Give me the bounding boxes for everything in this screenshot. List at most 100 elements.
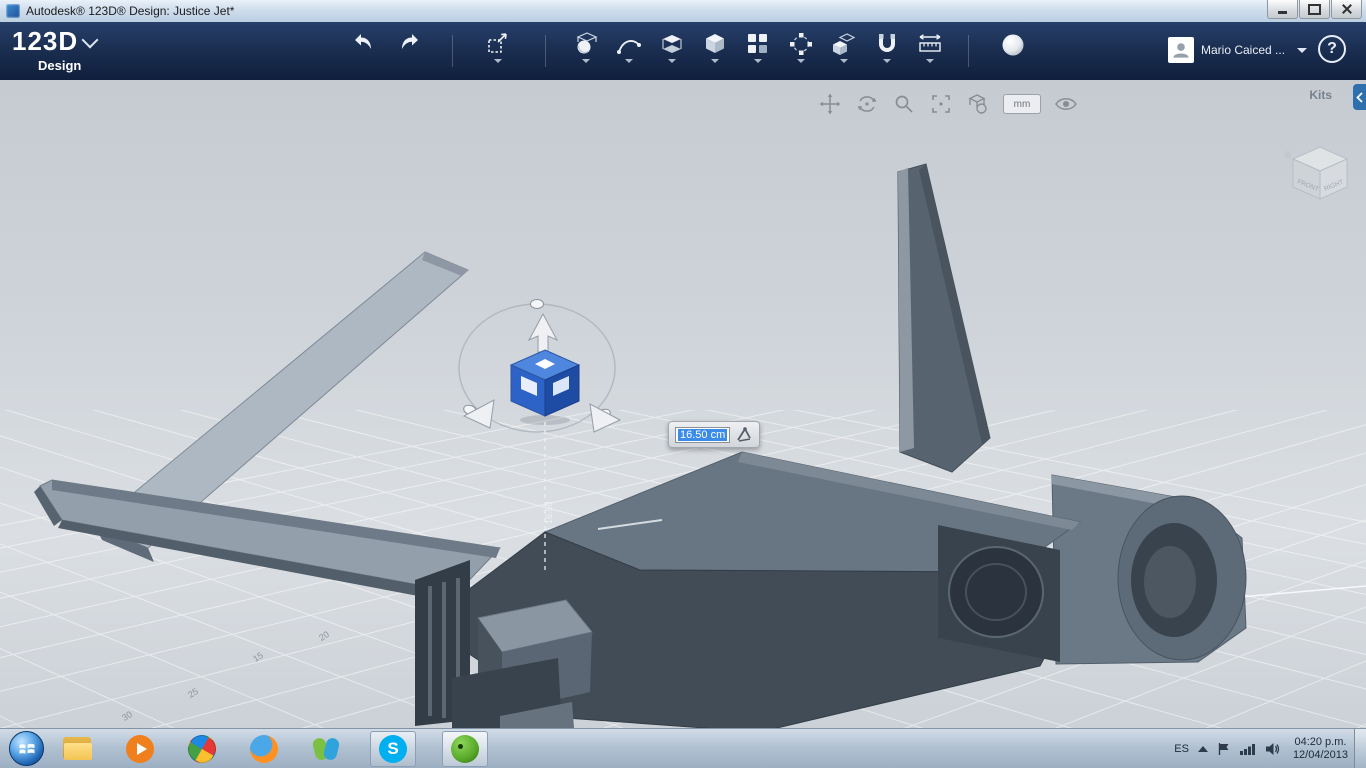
dropdown-caret-icon [754,59,762,63]
window-titlebar[interactable]: Autodesk® 123D® Design: Justice Jet* [0,0,1366,23]
pattern-tool-button[interactable] [740,31,776,75]
rotate-handle[interactable] [530,299,544,309]
dropdown-caret-icon [625,59,633,63]
media-player-icon [126,735,154,763]
help-label: ? [1327,40,1337,57]
dropdown-caret-icon [668,59,676,63]
app-toolbar: 123D Design Mario Caiced ... ? [0,22,1366,81]
measure-tool-button[interactable] [912,31,948,75]
circular-pattern-tool-button[interactable] [783,31,819,75]
windows-flag-icon [19,743,34,754]
zoom-icon[interactable] [892,92,916,116]
messenger-icon [311,735,341,763]
material-sphere-icon [1002,34,1024,56]
maximize-icon [1308,3,1321,15]
viewport-nav-bar: mm [818,92,1078,116]
system-tray: ES 04:20 p.m. 12/04/2013 [1174,729,1352,768]
minimize-button[interactable] [1267,0,1298,19]
chevron-left-icon [1356,91,1363,103]
skype-taskbar-button[interactable]: S [370,731,416,767]
kits-panel-label[interactable]: Kits [1309,88,1332,102]
fit-view-icon[interactable] [929,92,953,116]
dropdown-caret-icon [883,59,891,63]
circular-pattern-icon [790,33,812,55]
windows-taskbar: S ES 04:20 p.m. 12/04/2013 [0,728,1366,768]
viewport-3d[interactable]: 16.50 mm Kits FRONT RIGHT 16.50 cm 20 15… [0,80,1366,728]
sketch-icon [617,40,641,54]
magnet-icon [879,34,895,52]
material-tool-button[interactable] [995,31,1031,75]
help-button[interactable]: ? [1318,35,1346,63]
sketch-tool-button[interactable] [611,31,647,75]
close-button[interactable] [1331,0,1362,19]
start-button[interactable] [9,731,44,766]
modify-icon [706,34,724,53]
action-center-flag-icon[interactable] [1217,742,1231,756]
modify-tool-button[interactable] [697,31,733,75]
view-cube[interactable]: FRONT RIGHT [1283,144,1355,206]
clock-date: 12/04/2013 [1292,749,1348,761]
dimension-input[interactable]: 16.50 cm [675,426,731,443]
show-desktop-button[interactable] [1354,729,1366,768]
pan-icon[interactable] [818,92,842,116]
user-menu-caret-icon[interactable] [1297,48,1307,53]
media-player-taskbar-button[interactable] [122,732,158,766]
redo-button[interactable] [392,31,428,75]
transform-icon [488,33,507,53]
measure-icon [919,34,941,52]
messenger-taskbar-button[interactable] [308,732,344,766]
taskbar-clock[interactable]: 04:20 p.m. 12/04/2013 [1293,736,1348,762]
toolbar-separator [968,35,969,67]
construct-tool-button[interactable] [654,31,690,75]
dimension-value[interactable]: 16.50 cm [678,428,728,441]
close-icon [1342,4,1352,14]
kits-panel-toggle[interactable] [1353,84,1366,110]
explorer-taskbar-button[interactable] [60,732,96,766]
app-menu-chevron-icon[interactable] [81,31,99,49]
pinwheel-app-taskbar-button[interactable] [182,729,222,768]
window-title: Autodesk® 123D® Design: Justice Jet* [26,4,235,18]
group-icon [833,33,856,55]
units-toggle[interactable]: mm [1003,94,1041,114]
pattern-icon [748,34,767,53]
active-app-taskbar-button[interactable] [442,731,488,767]
snap-tool-button[interactable] [869,31,905,75]
firefox-icon [250,735,278,763]
volume-icon[interactable] [1265,742,1280,756]
dropdown-caret-icon [926,59,934,63]
dropdown-caret-icon [494,59,502,63]
orbit-icon[interactable] [855,92,879,116]
user-avatar[interactable] [1168,37,1194,63]
move-arrow-left[interactable] [462,399,495,429]
display-mode-icon[interactable] [966,92,990,116]
dimension-ruler-icon[interactable] [735,426,753,444]
firefox-taskbar-button[interactable] [246,732,282,766]
move-arrow-up[interactable] [527,312,559,353]
toolbar-separator [545,35,546,67]
pinwheel-app-icon [182,729,222,768]
dropdown-caret-icon [582,59,590,63]
units-label: mm [1013,98,1031,110]
group-tool-button[interactable] [826,31,862,75]
person-icon [1173,43,1189,58]
maximize-button[interactable] [1299,0,1330,19]
network-icon[interactable] [1239,742,1256,756]
primitives-tool-button[interactable] [568,31,604,75]
dropdown-caret-icon [797,59,805,63]
redo-icon [402,34,418,49]
undo-button[interactable] [345,31,381,75]
app-logo-sub: Design [38,58,82,73]
visibility-icon[interactable] [1054,92,1078,116]
user-name[interactable]: Mario Caiced ... [1201,43,1293,57]
taskbar-icons: S [60,729,488,768]
transform-tool-button[interactable] [480,31,516,75]
dimension-input-group[interactable]: 16.50 cm [668,421,761,448]
manipulator-cube[interactable] [509,349,581,417]
show-hidden-icons[interactable] [1197,746,1208,752]
jet-model[interactable] [34,163,1247,728]
language-indicator[interactable]: ES [1174,743,1189,755]
scene-canvas[interactable]: 16.50 [0,80,1366,728]
app-logo[interactable]: 123D [12,26,78,57]
dropdown-caret-icon [840,59,848,63]
viewcube-home-icon[interactable] [1284,150,1291,159]
